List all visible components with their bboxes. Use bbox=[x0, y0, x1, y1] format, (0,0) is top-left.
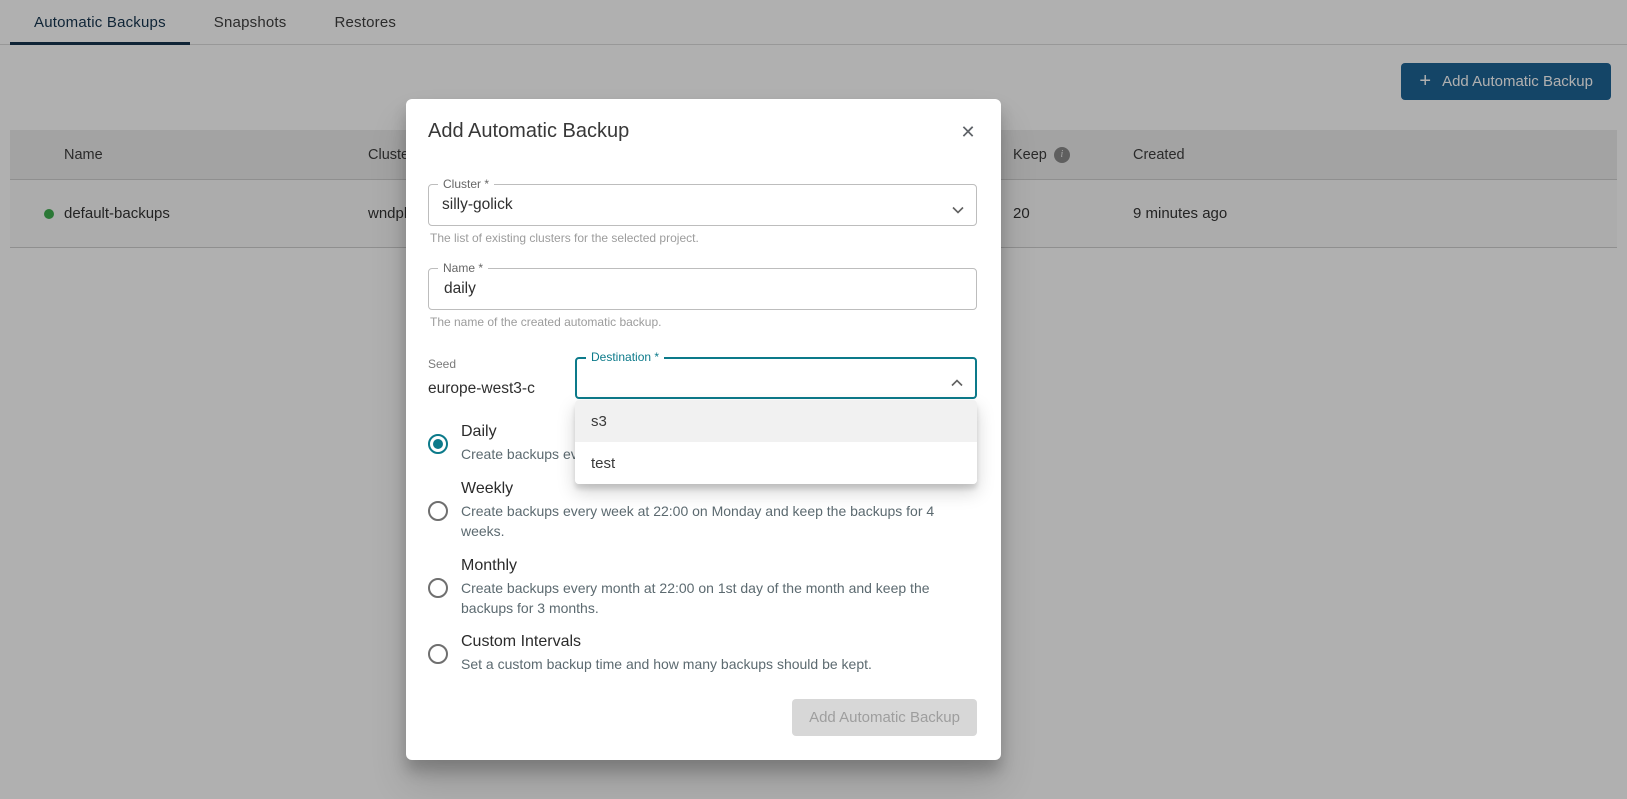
radio-option-weekly[interactable]: Weekly Create backups every week at 22:0… bbox=[428, 480, 977, 542]
radio-icon-custom-intervals[interactable] bbox=[428, 644, 448, 664]
radio-label-custom-intervals: Custom Intervals bbox=[461, 633, 872, 651]
destination-options-menu: s3 test bbox=[575, 400, 977, 484]
destination-select[interactable]: Destination * s3 test bbox=[575, 357, 977, 399]
radio-content: Monthly Create backups every month at 22… bbox=[461, 557, 966, 619]
cluster-select-value: silly-golick bbox=[442, 196, 513, 214]
cluster-select-label: Cluster * bbox=[438, 177, 494, 191]
add-automatic-backup-dialog: Add Automatic Backup ✕ Cluster * silly-g… bbox=[406, 99, 1001, 760]
radio-content: Custom Intervals Set a custom backup tim… bbox=[461, 633, 872, 675]
chevron-down-icon bbox=[952, 201, 964, 219]
radio-desc-monthly: Create backups every month at 22:00 on 1… bbox=[461, 579, 966, 619]
seed-block: Seed europe-west3-c bbox=[428, 357, 575, 398]
cluster-select[interactable]: Cluster * silly-golick bbox=[428, 184, 977, 226]
dialog-actions: Add Automatic Backup bbox=[428, 699, 977, 736]
radio-option-monthly[interactable]: Monthly Create backups every month at 22… bbox=[428, 557, 977, 619]
close-icon[interactable]: ✕ bbox=[953, 117, 983, 147]
cluster-helper-text: The list of existing clusters for the se… bbox=[430, 231, 977, 245]
chevron-up-icon bbox=[951, 374, 963, 392]
radio-icon-weekly[interactable] bbox=[428, 501, 448, 521]
radio-label-monthly: Monthly bbox=[461, 557, 966, 575]
radio-icon-monthly[interactable] bbox=[428, 578, 448, 598]
dialog-title: Add Automatic Backup bbox=[428, 120, 629, 143]
radio-icon-daily[interactable] bbox=[428, 434, 448, 454]
dialog-header: Add Automatic Backup ✕ bbox=[428, 120, 977, 147]
radio-desc-weekly: Create backups every week at 22:00 on Mo… bbox=[461, 502, 966, 542]
seed-label: Seed bbox=[428, 357, 575, 371]
menu-option-s3[interactable]: s3 bbox=[575, 400, 977, 442]
name-field-wrapper: Name * bbox=[428, 268, 977, 310]
radio-desc-custom-intervals: Set a custom backup time and how many ba… bbox=[461, 655, 872, 675]
seed-destination-row: Seed europe-west3-c Destination * s3 tes… bbox=[428, 357, 977, 399]
radio-content: Weekly Create backups every week at 22:0… bbox=[461, 480, 966, 542]
name-input[interactable] bbox=[442, 279, 936, 299]
name-helper-text: The name of the created automatic backup… bbox=[430, 315, 977, 329]
seed-value: europe-west3-c bbox=[428, 380, 575, 398]
radio-option-custom-intervals[interactable]: Custom Intervals Set a custom backup tim… bbox=[428, 633, 977, 675]
name-field-label: Name * bbox=[438, 261, 488, 275]
menu-option-test[interactable]: test bbox=[575, 442, 977, 484]
submit-add-automatic-backup-button[interactable]: Add Automatic Backup bbox=[792, 699, 977, 736]
destination-select-label: Destination * bbox=[586, 350, 664, 364]
